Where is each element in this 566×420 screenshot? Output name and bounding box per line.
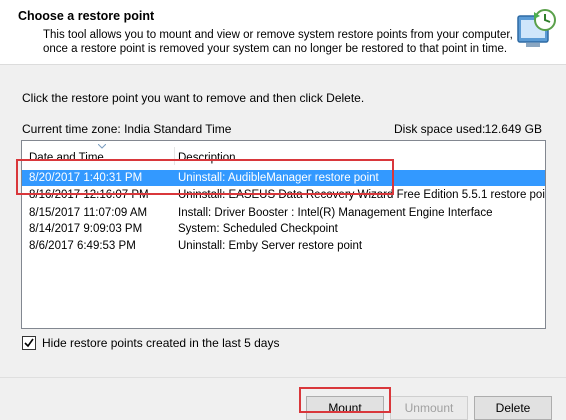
table-row[interactable]: 8/15/2017 11:07:09 AM Install: Driver Bo… — [22, 205, 545, 221]
sort-down-icon — [98, 144, 106, 149]
checkmark-icon — [24, 338, 34, 348]
hide-recent-label: Hide restore points created in the last … — [42, 336, 280, 350]
restore-clock-icon — [517, 9, 556, 47]
delete-button[interactable]: Delete — [474, 396, 552, 420]
highlight-box-selected-row — [16, 159, 394, 195]
timezone-info: Current time zone: India Standard Time — [22, 122, 232, 136]
footer-divider — [0, 377, 566, 378]
highlight-box-mount-button — [299, 387, 391, 413]
table-row[interactable]: 8/14/2017 9:09:03 PM System: Scheduled C… — [22, 221, 545, 237]
unmount-button[interactable]: Unmount — [390, 396, 468, 420]
table-row[interactable]: 8/6/2017 6:49:53 PM Uninstall: Emby Serv… — [22, 238, 545, 254]
instruction-text: Click the restore point you want to remo… — [22, 91, 365, 105]
dialog-header: Choose a restore point This tool allows … — [0, 0, 566, 65]
header-title: Choose a restore point — [18, 9, 155, 23]
header-description: This tool allows you to mount and view o… — [43, 29, 513, 55]
hide-recent-checkbox[interactable] — [22, 336, 36, 350]
